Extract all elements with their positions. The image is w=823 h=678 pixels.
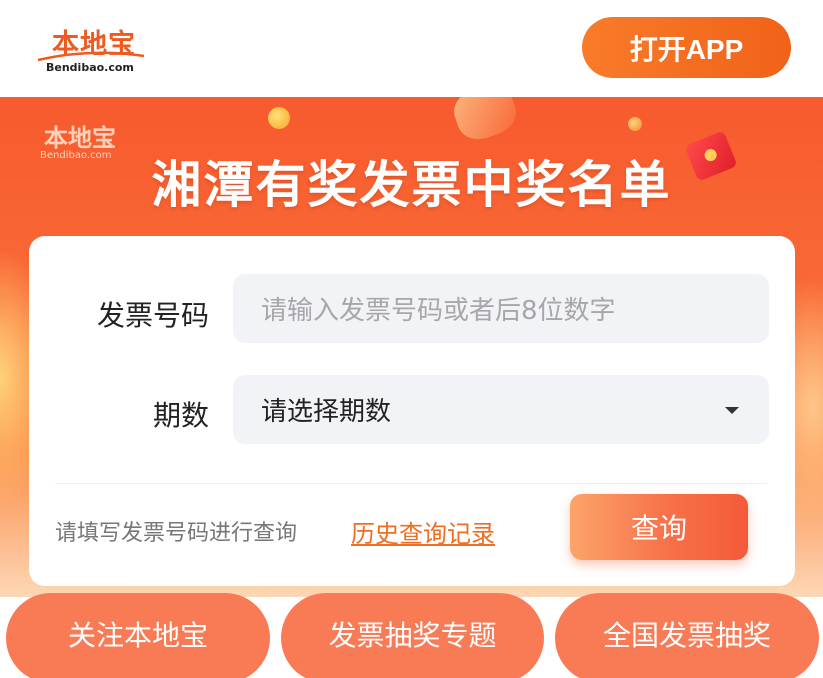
invoice-number-label: 发票号码 <box>96 299 209 332</box>
period-select[interactable]: 请选择期数 <box>233 375 769 444</box>
coin-icon <box>628 117 642 131</box>
ribbon-icon <box>448 97 522 146</box>
query-hint: 请填写发票号码进行查询 <box>55 521 298 546</box>
follow-bendibao-button[interactable]: 关注本地宝 <box>6 593 270 678</box>
invoice-number-input[interactable]: 请输入发票号码或者后8位数字 <box>233 274 769 343</box>
invoice-lottery-topic-button[interactable]: 发票抽奖专题 <box>281 593 544 678</box>
period-select-value: 请选择期数 <box>261 397 392 427</box>
open-app-button[interactable]: 打开APP <box>582 17 791 78</box>
divider <box>55 483 767 484</box>
logo-subtext: Bendibao.com <box>46 61 134 74</box>
period-label: 期数 <box>152 399 209 432</box>
national-invoice-lottery-button[interactable]: 全国发票抽奖 <box>555 593 819 678</box>
top-header: 本地宝 Bendibao.com 打开APP <box>0 0 823 97</box>
coin-icon <box>268 107 290 129</box>
query-button[interactable]: 查询 <box>570 494 748 560</box>
bendibao-logo[interactable]: 本地宝 Bendibao.com <box>34 22 149 74</box>
history-query-link[interactable]: 历史查询记录 <box>351 514 495 549</box>
page-title: 湘潭有奖发票中奖名单 <box>151 156 672 214</box>
chevron-down-icon <box>725 407 739 414</box>
query-form-card: 发票号码 请输入发票号码或者后8位数字 期数 请选择期数 请填写发票号码进行查询… <box>29 236 795 586</box>
